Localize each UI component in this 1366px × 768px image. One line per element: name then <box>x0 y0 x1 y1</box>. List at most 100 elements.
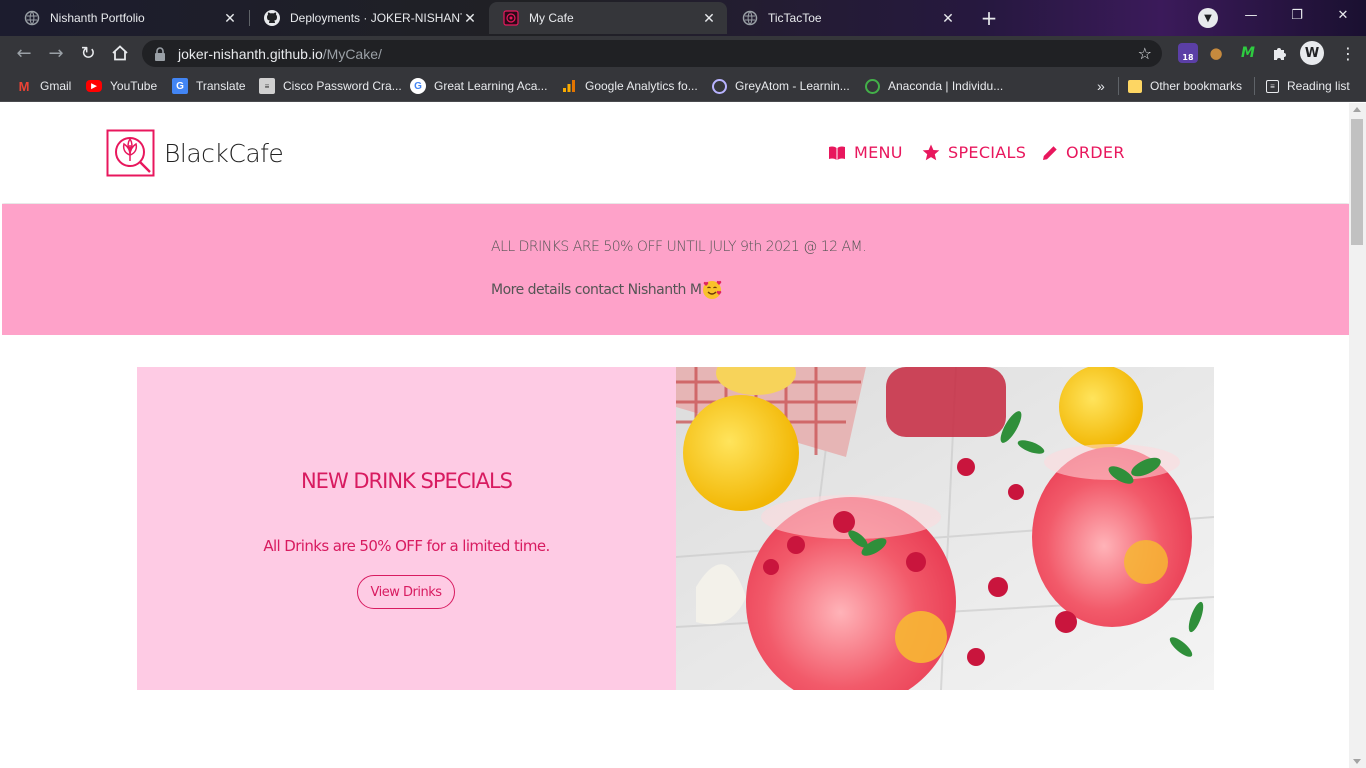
close-icon[interactable]: ✕ <box>462 10 478 26</box>
forward-button[interactable]: → <box>44 41 68 65</box>
page-viewport: BlackCafe MENU SPECIALS ORDER ALL DRINKS… <box>2 103 1349 768</box>
bookmark-label: Translate <box>196 79 246 93</box>
bookmark-star-icon[interactable]: ☆ <box>1138 44 1152 63</box>
translate-icon: G <box>172 78 188 94</box>
home-button[interactable] <box>108 41 132 65</box>
nav-order[interactable]: ORDER <box>1042 143 1125 162</box>
bookmark-youtube[interactable]: ▶ YouTube <box>86 76 157 96</box>
youtube-icon: ▶ <box>86 80 102 92</box>
cisco-icon: ≡ <box>259 78 275 94</box>
star-icon <box>922 144 940 161</box>
specials-title: NEW DRINK SPECIALS <box>300 469 513 493</box>
gmail-icon: M <box>18 78 30 94</box>
anaconda-icon <box>865 78 880 94</box>
site-name: BlackCafe <box>164 138 284 168</box>
close-window-button[interactable]: ✕ <box>1320 0 1366 30</box>
address-bar[interactable]: joker-nishanth.github.io /MyCake/ ☆ <box>142 40 1162 67</box>
chrome-menu-button[interactable]: ⋮ <box>1336 41 1360 65</box>
chevron-down-icon: ▼ <box>1204 12 1212 24</box>
bookmark-translate[interactable]: G Translate <box>172 76 246 96</box>
nav-specials-label: SPECIALS <box>948 143 1027 162</box>
scroll-down-arrow-icon[interactable] <box>1353 759 1361 764</box>
bookmark-greyatom[interactable]: GreyAtom - Learnin... <box>712 76 850 96</box>
tab-title: My Cafe <box>529 11 574 25</box>
tab-tictactoe[interactable]: TicTacToe ✕ <box>728 2 966 34</box>
browser-toolbar: ← → ↻ joker-nishanth.github.io /MyCake/ … <box>0 36 1366 70</box>
drinks-photo <box>676 367 1214 690</box>
specials-text-panel: NEW DRINK SPECIALS All Drinks are 50% OF… <box>137 367 676 690</box>
globe-icon <box>742 10 758 26</box>
reading-list-icon: ≡ <box>1266 79 1279 93</box>
tab-nishanth-portfolio[interactable]: Nishanth Portfolio ✕ <box>10 2 248 34</box>
mendeley-extension-icon[interactable]: M <box>1238 43 1258 63</box>
nav-menu[interactable]: MENU <box>828 143 903 162</box>
cookie-extension-icon[interactable]: ● <box>1206 43 1226 63</box>
promo-headline: ALL DRINKS ARE 50% OFF UNTIL JULY 9th 20… <box>491 239 867 255</box>
tab-title: Deployments · JOKER-NISHANTH <box>290 11 462 25</box>
nav-order-label: ORDER <box>1066 143 1125 162</box>
nav-specials[interactable]: SPECIALS <box>922 143 1026 162</box>
reading-list-button[interactable]: ≡ Reading list <box>1266 76 1350 96</box>
bookmark-cisco[interactable]: ≡ Cisco Password Cra... <box>259 76 402 96</box>
pencil-icon <box>1043 145 1057 160</box>
bookmark-label: Gmail <box>40 79 72 93</box>
book-icon <box>829 145 845 160</box>
close-icon[interactable]: ✕ <box>940 10 956 26</box>
url-host: joker-nishanth.github.io <box>178 45 323 62</box>
tab-deployments[interactable]: Deployments · JOKER-NISHANTH ✕ <box>250 2 488 34</box>
arrow-left-icon: ← <box>16 42 32 64</box>
site-header: BlackCafe MENU SPECIALS ORDER <box>2 103 1349 203</box>
profile-avatar-icon[interactable]: W <box>1300 41 1324 65</box>
back-button[interactable]: ← <box>12 41 36 65</box>
bookmark-gmail[interactable]: M Gmail <box>16 76 72 96</box>
bookmark-label: Great Learning Aca... <box>434 79 548 93</box>
folder-icon <box>1128 79 1142 93</box>
cafe-icon <box>503 10 519 26</box>
home-icon <box>112 45 128 61</box>
globe-icon <box>24 10 40 26</box>
more-vertical-icon: ⋮ <box>1340 43 1356 63</box>
scroll-up-arrow-icon[interactable] <box>1353 107 1361 112</box>
reload-button[interactable]: ↻ <box>76 41 100 65</box>
minimize-button[interactable]: — <box>1228 0 1274 30</box>
close-icon[interactable]: ✕ <box>701 10 717 26</box>
view-drinks-button[interactable]: View Drinks <box>357 575 455 609</box>
greyatom-icon <box>712 78 727 94</box>
extension-twitch-icon[interactable]: 18 <box>1178 43 1198 63</box>
tab-my-cafe[interactable]: My Cafe ✕ <box>489 2 727 34</box>
github-icon <box>264 10 280 26</box>
bookmark-anaconda[interactable]: Anaconda | Individu... <box>865 76 1003 96</box>
other-bookmarks-label: Other bookmarks <box>1150 79 1243 93</box>
scrollbar-thumb[interactable] <box>1351 119 1363 245</box>
other-bookmarks-folder[interactable]: Other bookmarks <box>1128 76 1242 96</box>
bookmarks-divider <box>1118 77 1119 95</box>
tab-title: Nishanth Portfolio <box>50 11 145 25</box>
promo-contact-text: More details contact Nishanth M <box>491 282 702 298</box>
bookmark-label: Anaconda | Individu... <box>888 79 1004 93</box>
cafe-logo-icon <box>106 129 155 177</box>
bookmarks-divider <box>1254 77 1255 95</box>
bookmark-great-learning[interactable]: G Great Learning Aca... <box>410 76 547 96</box>
bookmark-label: YouTube <box>110 79 158 93</box>
bookmark-google-analytics[interactable]: Google Analytics fo... <box>561 76 698 96</box>
analytics-icon <box>561 78 577 94</box>
nav-menu-label: MENU <box>854 143 903 162</box>
promo-banner: ALL DRINKS ARE 50% OFF UNTIL JULY 9th 20… <box>2 204 1349 335</box>
tab-search-button[interactable]: ▼ <box>1198 8 1218 28</box>
puzzle-icon <box>1274 48 1286 60</box>
lock-icon <box>155 46 165 61</box>
smiling-face-with-hearts-icon <box>703 280 722 299</box>
new-tab-button[interactable]: + <box>976 6 1002 30</box>
google-icon: G <box>410 78 426 94</box>
extension-badge: 18 <box>1182 52 1194 62</box>
extensions-puzzle-icon[interactable] <box>1270 43 1290 63</box>
restore-button[interactable]: ❐ <box>1274 0 1320 30</box>
specials-description: All Drinks are 50% OFF for a limited tim… <box>263 537 550 555</box>
bookmark-label: Cisco Password Cra... <box>283 79 402 93</box>
arrow-right-icon: → <box>48 42 64 64</box>
bookmarks-overflow-button[interactable]: » <box>1097 76 1105 96</box>
page-scrollbar[interactable] <box>1349 103 1366 768</box>
site-logo[interactable]: BlackCafe <box>106 129 284 177</box>
tab-title: TicTacToe <box>768 11 822 25</box>
close-icon[interactable]: ✕ <box>222 10 238 26</box>
